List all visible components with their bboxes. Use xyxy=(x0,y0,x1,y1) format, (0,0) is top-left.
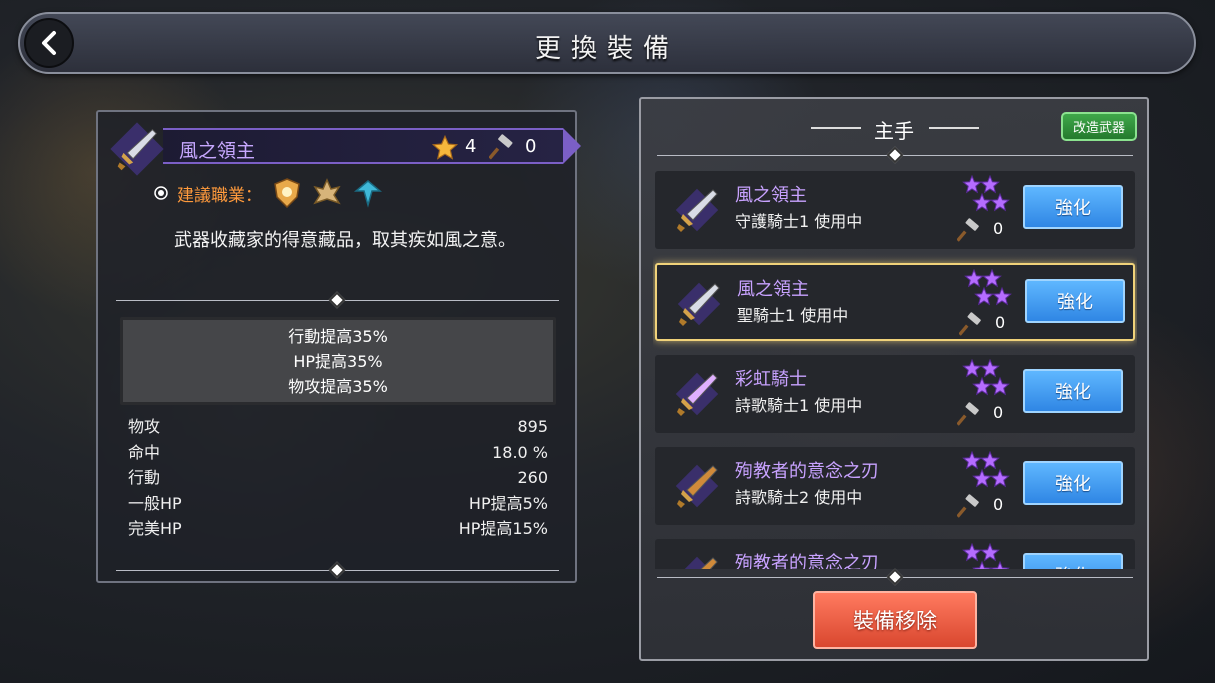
stat-value: 18.0 % xyxy=(492,442,548,462)
stat-value: 895 xyxy=(517,417,548,436)
weapon-name: 殉教者的意念之刃 xyxy=(735,461,879,482)
hammer-icon xyxy=(957,218,979,242)
star-rating-icon xyxy=(962,543,1010,569)
title-ornament-right xyxy=(929,127,979,129)
sword-icon xyxy=(675,372,719,416)
bard-class-icon xyxy=(353,180,383,208)
sword-icon xyxy=(110,122,164,176)
star-rating-icon xyxy=(962,175,1010,212)
stat-row: 一般HP HP提高5% xyxy=(128,491,548,517)
bonus-line: 行動提高35% xyxy=(288,326,388,346)
stat-row: 行動 260 xyxy=(128,465,548,491)
stat-row: 完美HP HP提高15% xyxy=(128,516,548,542)
stat-row: 命中 18.0 % xyxy=(128,440,548,466)
recommended-class-label: 建議職業： xyxy=(177,185,262,206)
enhance-button[interactable]: 強化 xyxy=(1025,279,1125,323)
sword-icon xyxy=(675,464,719,508)
sword-icon xyxy=(675,556,719,569)
hammer-icon xyxy=(957,402,979,426)
sword-icon xyxy=(675,188,719,232)
stat-value: 260 xyxy=(517,468,548,487)
star-rating-icon xyxy=(962,451,1010,488)
sword-icon xyxy=(677,282,721,326)
bonus-line: HP提高35% xyxy=(293,351,383,371)
recommended-class-row: 建議職業： xyxy=(153,177,384,209)
star-icon xyxy=(431,134,459,160)
star-rating-icon xyxy=(964,269,1012,306)
stat-label: 行動 xyxy=(128,468,161,487)
enhance-button[interactable]: 強化 xyxy=(1023,185,1123,229)
stat-row: 物攻 895 xyxy=(128,414,548,440)
page-title: 更換裝備 xyxy=(534,34,679,64)
bonus-line: 物攻提高35% xyxy=(288,376,388,396)
hammer-icon xyxy=(957,494,979,518)
enhance-button[interactable]: 強化 xyxy=(1023,553,1123,569)
weapon-name: 殉教者的意念之刃 xyxy=(735,553,879,569)
section-divider xyxy=(116,561,559,579)
weapon-name: 風之領主 xyxy=(179,140,256,162)
weapon-star-count: 4 xyxy=(465,136,477,157)
weapon-user-status: 詩歌騎士2 使用中 xyxy=(735,488,863,507)
stat-label: 物攻 xyxy=(128,417,161,436)
stat-value: HP提高15% xyxy=(458,519,548,538)
weapon-hammer-count: 0 xyxy=(993,219,1004,238)
weapon-detail-panel: 風之領主 4 0 建議職業： 武器收藏家的得意藏品，取其疾如風之意。 行動提高3… xyxy=(96,110,581,583)
stat-value: HP提高5% xyxy=(468,493,548,513)
modify-weapon-button[interactable]: 改造武器 xyxy=(1060,112,1137,141)
weapon-list-item[interactable]: 風之領主聖騎士1 使用中 0 強化 xyxy=(655,263,1135,341)
weapon-list-item[interactable]: 殉教者的意念之刃 詩歌騎士2 使用中 0 強化 xyxy=(655,447,1135,525)
weapon-hammer-count: 0 xyxy=(995,313,1006,332)
weapon-hammer-count: 0 xyxy=(993,495,1004,514)
weapon-list[interactable]: 風之領主 守護騎士1 使用中 0 強化 風之領主 聖騎士1 使用中 0 強化 彩虹騎士 詩歌騎士1… xyxy=(653,169,1137,569)
bonus-effects-box: 行動提高35% HP提高35% 物攻提高35% xyxy=(120,317,556,405)
equipment-list-panel: 主手 改造武器 風之領主 守護騎士1 使用中 0 強化 風之領主 聖騎士1 使用中 0 強化彩… xyxy=(639,97,1149,661)
weapon-description: 武器收藏家的得意藏品，取其疾如風之意。 xyxy=(174,230,516,251)
weapon-list-item[interactable]: 殉教者的意念之刃 強化 xyxy=(655,539,1135,569)
hammer-icon xyxy=(489,134,513,160)
guardian-class-icon xyxy=(274,178,300,209)
stat-label: 命中 xyxy=(128,442,161,462)
weapon-user-status: 守護騎士1 使用中 xyxy=(735,212,863,231)
enhance-button[interactable]: 強化 xyxy=(1023,461,1123,505)
top-header-bar: 更換裝備 xyxy=(18,12,1196,74)
weapon-hammer-count: 0 xyxy=(525,136,537,157)
section-divider xyxy=(657,146,1133,164)
weapon-name: 彩虹騎士 xyxy=(735,369,807,390)
weapon-user-status: 詩歌騎士1 使用中 xyxy=(735,396,863,415)
remove-equipment-button[interactable]: 裝備移除 xyxy=(813,591,977,649)
stat-label: 完美HP xyxy=(128,519,182,538)
enhance-button[interactable]: 強化 xyxy=(1023,369,1123,413)
weapon-list-item[interactable]: 彩虹騎士詩歌騎士1 使用中 0 強化 xyxy=(655,355,1135,433)
stat-label: 一般HP xyxy=(128,493,182,513)
weapon-hammer-count: 0 xyxy=(993,403,1004,422)
weapon-user-status: 聖騎士1 使用中 xyxy=(737,306,849,325)
stats-list: 物攻 895 命中 18.0 % 行動 260 一般HP HP提高5% 完美HP… xyxy=(128,414,548,542)
weapon-name-banner: 風之領主 4 0 xyxy=(163,128,581,164)
paladin-class-icon xyxy=(313,178,341,205)
section-divider xyxy=(657,568,1133,586)
section-divider xyxy=(116,291,559,309)
radio-dot-icon xyxy=(154,186,168,200)
hammer-icon xyxy=(959,312,981,336)
star-rating-icon xyxy=(962,359,1010,396)
weapon-name: 風之領主 xyxy=(735,185,807,206)
weapon-list-item[interactable]: 風之領主守護騎士1 使用中 0 強化 xyxy=(655,171,1135,249)
weapon-name: 風之領主 xyxy=(737,279,809,300)
